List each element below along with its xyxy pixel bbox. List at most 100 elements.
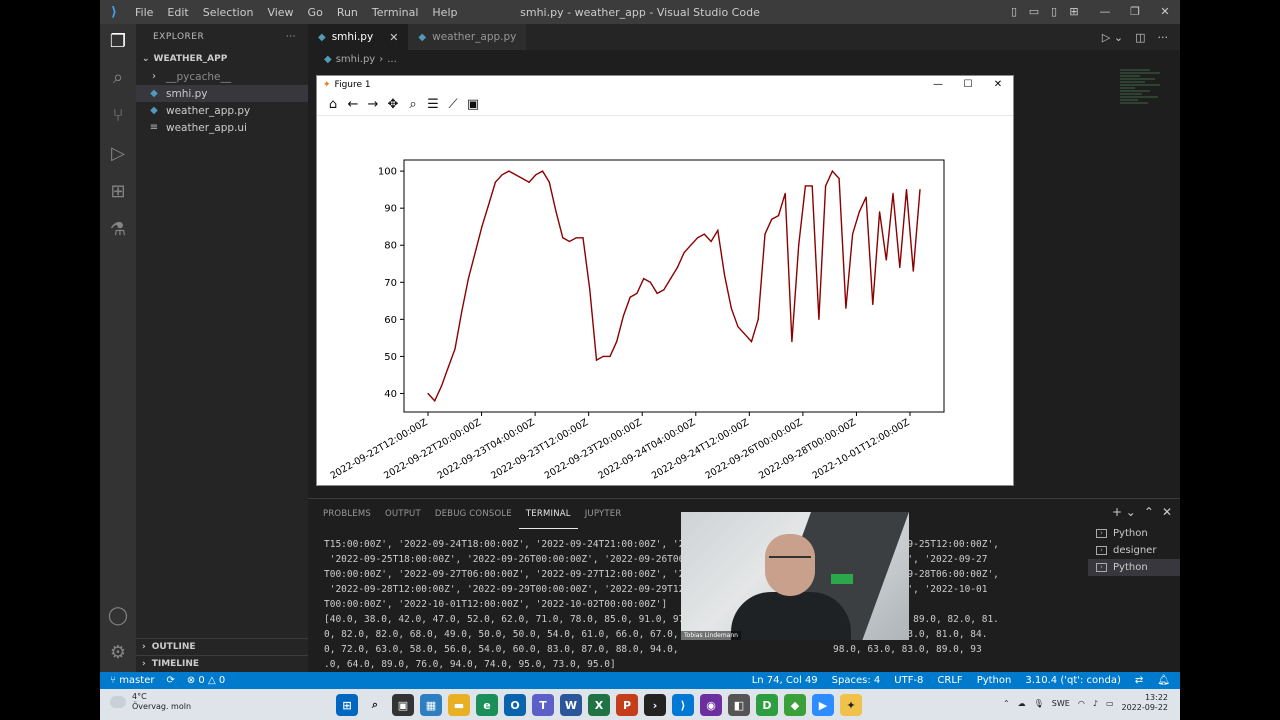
source-control-icon[interactable]: ⑂: [106, 104, 130, 128]
file-explorer-icon[interactable]: ▬: [448, 694, 470, 716]
terminal-item-designer[interactable]: › designer: [1088, 542, 1180, 559]
breadcrumb-rest[interactable]: ...: [387, 54, 397, 65]
wifi-icon[interactable]: ◠: [1078, 699, 1085, 708]
testing-icon[interactable]: ⚗: [106, 218, 130, 242]
close-tab-icon[interactable]: ✕: [389, 31, 398, 44]
search-icon[interactable]: ⌕: [364, 694, 386, 716]
split-editor-icon[interactable]: ◫: [1135, 31, 1145, 44]
menu-run[interactable]: Run: [330, 6, 365, 19]
close-icon[interactable]: ✕: [1150, 0, 1180, 24]
toggle-panel-icon[interactable]: ▭: [1024, 0, 1044, 24]
tab-smhi-py[interactable]: ◆ smhi.py ✕: [308, 24, 409, 50]
terminal-item-python[interactable]: › Python: [1088, 525, 1180, 542]
app-icon[interactable]: ◧: [728, 694, 750, 716]
tab-debug-console[interactable]: DEBUG CONSOLE: [428, 499, 519, 529]
file-smhi-py[interactable]: ◆ smhi.py: [136, 85, 308, 102]
word-icon[interactable]: W: [560, 694, 582, 716]
excel-icon[interactable]: X: [588, 694, 610, 716]
more-actions-icon[interactable]: ···: [286, 32, 296, 42]
menu-go[interactable]: Go: [301, 6, 330, 19]
search-icon[interactable]: ⌕: [106, 66, 130, 90]
minimize-icon[interactable]: —: [1090, 0, 1120, 24]
menu-help[interactable]: Help: [425, 6, 464, 19]
tab-output[interactable]: OUTPUT: [378, 499, 428, 529]
outlook-icon[interactable]: O: [504, 694, 526, 716]
cursor-position[interactable]: Ln 74, Col 49: [752, 675, 818, 686]
edge-icon[interactable]: e: [476, 694, 498, 716]
edit-axis-icon[interactable]: ⟋: [445, 97, 461, 113]
home-icon[interactable]: ⌂: [325, 97, 341, 113]
matplotlib-taskbar-icon[interactable]: ✦: [840, 694, 862, 716]
onedrive-icon[interactable]: ☁: [1018, 699, 1026, 708]
branch-status[interactable]: ⑂ master: [110, 675, 154, 686]
menu-edit[interactable]: Edit: [160, 6, 195, 19]
green-app-icon[interactable]: ◆: [784, 694, 806, 716]
forward-icon[interactable]: →: [365, 97, 381, 113]
line-ending[interactable]: CRLF: [937, 675, 962, 686]
live-share-icon[interactable]: ⇄: [1135, 675, 1143, 686]
encoding[interactable]: UTF-8: [894, 675, 923, 686]
problems-status[interactable]: ⊗ 0 △ 0: [187, 675, 225, 686]
vscode-taskbar-icon[interactable]: ⟩: [672, 694, 694, 716]
customize-layout-icon[interactable]: ⊞: [1064, 0, 1084, 24]
language-mode[interactable]: Python: [977, 675, 1012, 686]
file-weather-app-py[interactable]: ◆ weather_app.py: [136, 102, 308, 119]
powerpoint-icon[interactable]: P: [616, 694, 638, 716]
language-indicator[interactable]: SWE: [1052, 699, 1070, 708]
menu-terminal[interactable]: Terminal: [365, 6, 426, 19]
outline-section[interactable]: › OUTLINE: [136, 638, 308, 655]
configure-icon[interactable]: ☰: [425, 97, 441, 113]
settings-gear-icon[interactable]: ⚙: [106, 641, 130, 665]
toggle-sidebar-icon[interactable]: ▯: [1004, 0, 1024, 24]
breadcrumb-file[interactable]: smhi.py: [336, 54, 376, 65]
calculator-icon[interactable]: ▦: [420, 694, 442, 716]
menu-view[interactable]: View: [260, 6, 300, 19]
back-icon[interactable]: ←: [345, 97, 361, 113]
sync-icon[interactable]: ⟳: [166, 675, 174, 686]
run-debug-icon[interactable]: ▷: [106, 142, 130, 166]
obs-icon[interactable]: ◉: [700, 694, 722, 716]
volume-icon[interactable]: ♪: [1093, 699, 1098, 708]
save-icon[interactable]: ▣: [465, 97, 481, 113]
run-file-icon[interactable]: ▷ ⌄: [1102, 31, 1123, 44]
terminal-item-python-2[interactable]: › Python: [1088, 559, 1180, 576]
menu-file[interactable]: File: [128, 6, 160, 19]
interpreter[interactable]: 3.10.4 ('qt': conda): [1025, 675, 1121, 686]
qt-designer-icon[interactable]: D: [756, 694, 778, 716]
teams-icon[interactable]: T: [532, 694, 554, 716]
file-weather-app-ui[interactable]: ≡ weather_app.ui: [136, 119, 308, 136]
pan-icon[interactable]: ✥: [385, 97, 401, 113]
new-terminal-icon[interactable]: + ⌄: [1112, 505, 1136, 519]
maximize-panel-icon[interactable]: ⌃: [1144, 505, 1154, 519]
figure-minimize-icon[interactable]: —: [923, 76, 953, 94]
more-actions-icon[interactable]: ···: [1158, 31, 1169, 44]
tab-weather-app-py[interactable]: ◆ weather_app.py: [408, 24, 527, 50]
file-pycache[interactable]: › __pycache__: [136, 68, 308, 85]
tab-jupyter[interactable]: JUPYTER: [578, 499, 629, 529]
start-icon[interactable]: ⊞: [336, 694, 358, 716]
tray-chevron-icon[interactable]: ⌃: [1003, 699, 1010, 708]
account-icon[interactable]: ◯: [106, 604, 130, 628]
figure-close-icon[interactable]: ✕: [983, 76, 1013, 94]
timeline-section[interactable]: › TIMELINE: [136, 655, 308, 672]
task-view-icon[interactable]: ▣: [392, 694, 414, 716]
zoom-app-icon[interactable]: ▶: [812, 694, 834, 716]
tab-problems[interactable]: PROBLEMS: [316, 499, 378, 529]
weather-widget[interactable]: 4°C Övervag. moln: [110, 692, 191, 712]
notifications-bell-icon[interactable]: 🔔︎: [1157, 675, 1170, 686]
folder-weather-app[interactable]: ⌄ WEATHER_APP: [136, 50, 308, 68]
menu-selection[interactable]: Selection: [196, 6, 261, 19]
tab-terminal[interactable]: TERMINAL: [518, 499, 578, 529]
minimap[interactable]: [1120, 68, 1180, 158]
figure-maximize-icon[interactable]: ☐: [953, 76, 983, 94]
terminal-app-icon[interactable]: ›: [644, 694, 666, 716]
indentation[interactable]: Spaces: 4: [832, 675, 881, 686]
extensions-icon[interactable]: ⊞: [106, 180, 130, 204]
restore-icon[interactable]: ❐: [1120, 0, 1150, 24]
zoom-icon[interactable]: ⌕: [405, 97, 421, 113]
battery-icon[interactable]: ▭: [1106, 699, 1114, 708]
explorer-icon[interactable]: ❐: [106, 30, 130, 54]
toggle-secondary-sidebar-icon[interactable]: ▯: [1044, 0, 1064, 24]
clock[interactable]: 13:22 2022-09-22: [1122, 693, 1169, 713]
close-panel-icon[interactable]: ✕: [1162, 505, 1172, 519]
